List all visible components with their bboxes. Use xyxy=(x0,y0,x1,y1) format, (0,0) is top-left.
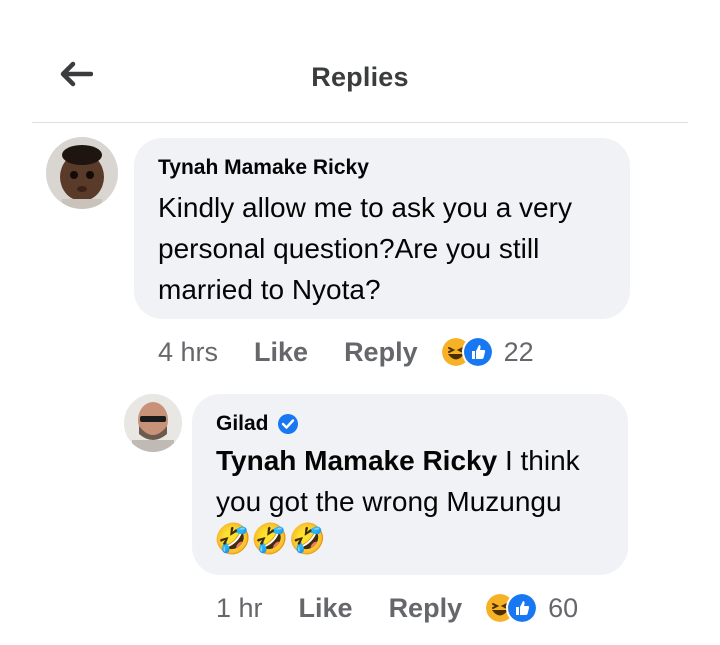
avatar[interactable] xyxy=(124,394,182,452)
mention-link[interactable]: Tynah Mamake Ricky xyxy=(216,445,497,476)
like-button[interactable]: Like xyxy=(299,593,353,624)
reply-emoji: 🤣🤣🤣 xyxy=(214,522,327,557)
reply-button[interactable]: Reply xyxy=(344,337,418,368)
like-icon xyxy=(506,592,539,624)
reply-actions: 1 hr Like Reply 60 xyxy=(216,592,578,624)
avatar-baby-image xyxy=(46,137,118,209)
reaction-count[interactable]: 60 xyxy=(548,593,578,624)
reply-text: Tynah Mamake Ricky I think you got the w… xyxy=(216,440,616,522)
reply-timestamp[interactable]: 1 hr xyxy=(216,593,263,624)
reaction-summary[interactable] xyxy=(439,336,494,368)
reply-author[interactable]: Gilad xyxy=(216,412,299,436)
comment-text: Kindly allow me to ask you a very person… xyxy=(158,192,572,305)
verified-badge-icon xyxy=(277,414,298,434)
reply-button[interactable]: Reply xyxy=(389,593,463,624)
avatar-man-image xyxy=(124,394,182,452)
reply-bubble[interactable]: Gilad Tynah Mamake Ricky I think you got… xyxy=(192,394,628,575)
header-bar: Replies xyxy=(0,0,720,122)
reaction-count[interactable]: 22 xyxy=(504,337,534,368)
like-button[interactable]: Like xyxy=(254,337,308,368)
header-divider xyxy=(32,122,688,123)
reaction-summary[interactable] xyxy=(484,592,539,624)
comment-author[interactable]: Tynah Mamake Ricky xyxy=(158,156,369,180)
comment-actions: 4 hrs Like Reply 22 xyxy=(158,336,534,368)
avatar[interactable] xyxy=(46,137,118,209)
like-icon xyxy=(461,336,494,368)
comment-bubble[interactable]: Tynah Mamake Ricky Kindly allow me to as… xyxy=(134,138,630,319)
page-title: Replies xyxy=(311,62,409,92)
comment-timestamp[interactable]: 4 hrs xyxy=(158,337,218,368)
